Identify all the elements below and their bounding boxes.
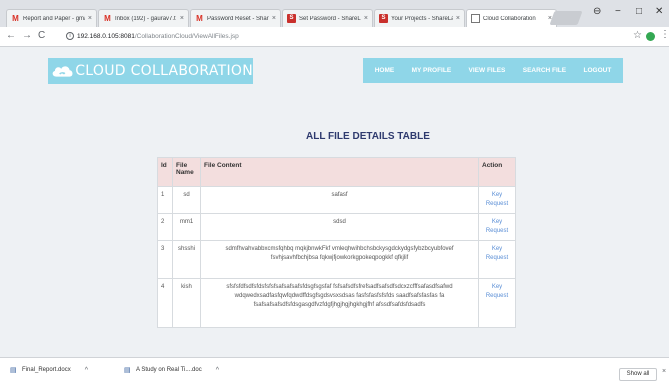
maximize-icon[interactable]: □ [636,6,642,17]
gmail-icon: M [104,14,111,23]
menu-icon[interactable]: ⋮ [660,29,669,40]
cell-action: Key Request [478,278,516,328]
info-icon[interactable]: i [66,32,74,41]
browser-tab[interactable]: S Your Projects - ShareLa × [374,9,465,27]
nav-my-profile[interactable]: MY PROFILE [412,67,452,74]
cell-file-name: mm1 [172,213,201,241]
browser-tab[interactable]: S Set Password - ShareLa × [282,9,373,27]
url-path: /CollaborationCloud/ViewAllFiles.jsp [134,33,239,40]
tab-label: Password Reset - Share [207,15,269,22]
reload-icon[interactable]: C [38,30,45,41]
gmail-icon: M [12,14,19,23]
profile-icon[interactable]: ⊖ [593,6,601,17]
downloads-bar: ▤ Final_Report.docx ^ ▤ A Study on Real … [0,357,669,385]
cell-file-name: kish [172,278,201,328]
cell-file-content: sfsfsfdfsdfsfdsfsfsfsafsafsafsfdsgfsgsfa… [200,278,479,328]
key-request-link[interactable]: Key Request [486,219,508,234]
nav-home[interactable]: HOME [375,67,395,74]
cell-id: 2 [157,213,173,241]
forward-icon[interactable]: → [22,30,32,41]
word-document-icon: ▤ [10,367,17,374]
browser-tab-strip: M Report and Paper - gma × M Inbox (192)… [0,0,669,27]
cell-file-name: sd [172,186,201,214]
key-request-link[interactable]: Key Request [486,284,508,299]
close-icon[interactable]: × [662,368,666,375]
browser-tab[interactable]: M Report and Paper - gma × [6,9,97,27]
cell-action: Key Request [478,240,516,279]
close-icon[interactable]: × [88,15,92,22]
column-header-file-content: File Content [200,157,479,187]
column-header-id: Id [157,157,173,187]
nav-search-file[interactable]: SEARCH FILE [523,67,566,74]
close-icon[interactable]: × [272,15,276,22]
cell-file-content: safasf [200,186,479,214]
url-host: 192.168.0.105:8081 [77,33,135,40]
close-icon[interactable]: × [364,15,368,22]
browser-tab[interactable]: M Inbox (192) - gaurav7.t × [98,9,189,27]
tab-label: Set Password - ShareLa [299,15,361,22]
cell-action: Key Request [478,213,516,241]
document-icon [471,14,480,23]
word-document-icon: ▤ [124,367,131,374]
key-request-link[interactable]: Key Request [486,192,508,207]
chevron-up-icon[interactable]: ^ [85,367,88,374]
sharelatex-icon: S [287,14,296,23]
tab-label: Your Projects - ShareLa [391,15,453,22]
cell-file-name: shsshi [172,240,201,279]
file-details-table: Id File Name File Content Action 1 sd sa… [157,157,516,328]
column-header-action: Action [478,157,516,187]
main-nav: HOME MY PROFILE VIEW FILES SEARCH FILE L… [363,58,623,83]
key-request-link[interactable]: Key Request [486,246,508,261]
gmail-icon: M [196,14,203,23]
table-row: 4 kish sfsfsfdfsdfsfdsfsfsfsafsafsafsfds… [157,278,516,328]
nav-view-files[interactable]: VIEW FILES [469,67,506,74]
table-row: 3 shsshi sdmfhvahvabbxcmsfqhbq mqkjbnwkF… [157,240,516,279]
minimize-icon[interactable]: − [615,6,621,17]
tab-label: Inbox (192) - gaurav7.t [115,15,176,22]
show-all-button[interactable]: Show all [619,368,657,381]
window-close-icon[interactable]: ✕ [655,6,663,17]
browser-tab-active[interactable]: Cloud Collaboration × [466,9,557,27]
back-icon[interactable]: ← [6,30,16,41]
tab-label: Report and Paper - gma [23,15,85,22]
cell-action: Key Request [478,186,516,214]
cell-id: 3 [157,240,173,279]
download-item[interactable]: ▤ Final_Report.docx ^ [10,366,88,375]
column-header-file-name: File Name [172,157,201,187]
cloud-icon [52,66,73,77]
new-tab-button[interactable] [549,11,583,25]
address-bar: ← → C i 192.168.0.105:8081/CollaborationC… [0,27,669,47]
browser-tab[interactable]: M Password Reset - Share × [190,9,281,27]
site-title: CLOUD COLLABORATION [75,63,253,79]
cell-id: 1 [157,186,173,214]
bookmark-star-icon[interactable]: ☆ [633,30,642,41]
page-title: ALL FILE DETAILS TABLE [306,131,430,142]
cell-file-content: sdsd [200,213,479,241]
extension-icon[interactable] [646,32,655,41]
close-icon[interactable]: × [180,15,184,22]
chevron-up-icon[interactable]: ^ [216,367,219,374]
table-row: 2 mm1 sdsd Key Request [157,213,516,241]
site-logo[interactable]: CLOUD COLLABORATION [48,58,253,84]
tab-label: Cloud Collaboration [483,15,536,22]
close-icon[interactable]: × [456,15,460,22]
download-item-label: A Study on Real Ti....doc [136,367,202,373]
nav-logout[interactable]: LOGOUT [583,67,611,74]
table-row: 1 sd safasf Key Request [157,186,516,214]
download-item-label: Final_Report.docx [22,367,71,373]
page-content: CLOUD COLLABORATION HOME MY PROFILE VIEW… [0,48,669,355]
cell-id: 4 [157,278,173,328]
sharelatex-icon: S [379,14,388,23]
download-item[interactable]: ▤ A Study on Real Ti....doc ^ [124,366,219,375]
url-field[interactable]: i 192.168.0.105:8081/CollaborationCloud/V… [66,30,638,44]
table-header-row: Id File Name File Content Action [157,157,516,187]
cell-file-content: sdmfhvahvabbxcmsfqhbq mqkjbnwkFkf vmleqh… [200,240,479,279]
